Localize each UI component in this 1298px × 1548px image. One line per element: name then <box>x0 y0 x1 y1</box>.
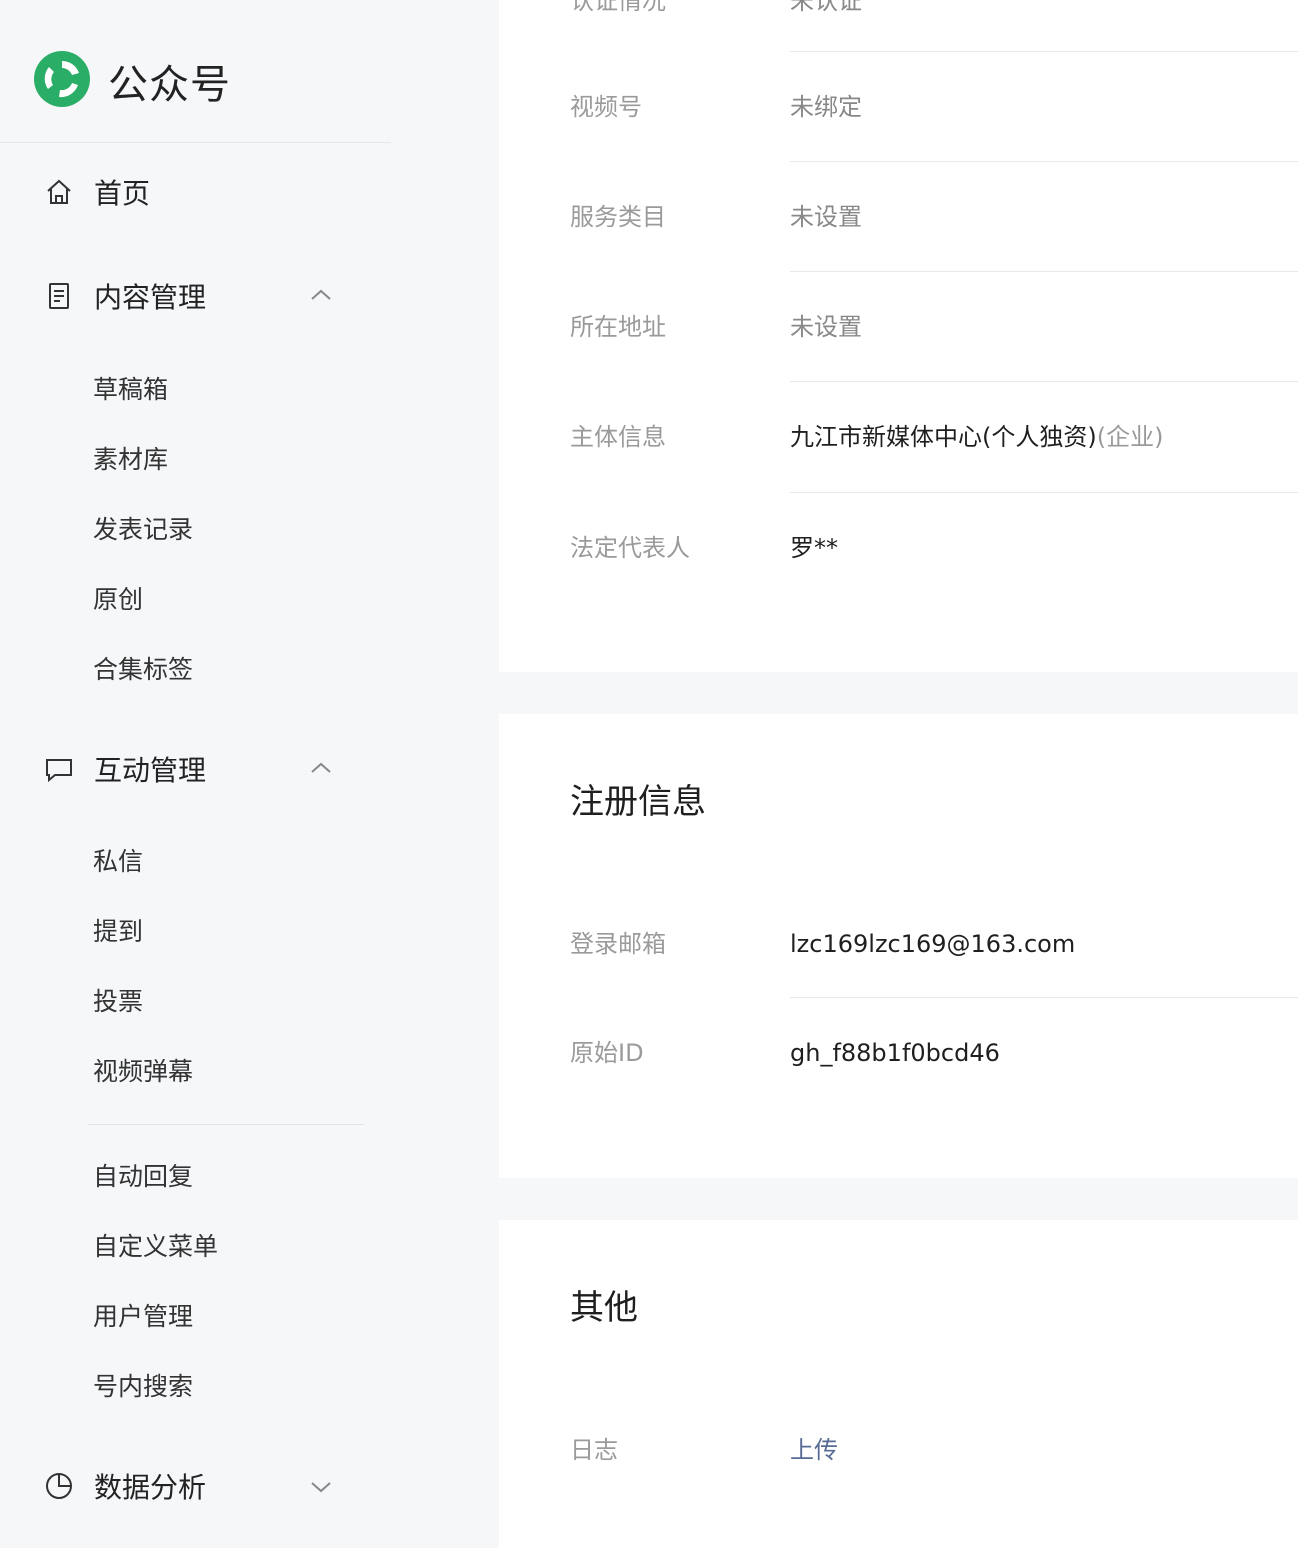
row-value-channels[interactable]: 未绑定 <box>790 91 862 123</box>
nav-interaction[interactable]: 互动管理 <box>42 749 206 789</box>
sidebar-item-original[interactable]: 原创 <box>93 583 143 617</box>
nav-analytics[interactable]: 数据分析 <box>42 1466 206 1506</box>
row-value-entity-info: 九江市新媒体中心(个人独资)(企业) <box>790 421 1163 453</box>
row-label-service-category: 服务类目 <box>570 203 666 231</box>
nav-interaction-label: 互动管理 <box>94 754 207 787</box>
row-label-login-email: 登录邮箱 <box>570 930 666 958</box>
sidebar-item-collection-tags[interactable]: 合集标签 <box>93 653 193 687</box>
sidebar-item-mentions[interactable]: 提到 <box>93 915 143 949</box>
other-card <box>499 1220 1298 1548</box>
nav-analytics-label: 数据分析 <box>94 1471 207 1504</box>
row-value-login-email: lzc169lzc169@163.com <box>790 930 1076 958</box>
row-divider <box>790 997 1298 998</box>
row-label-verification: 认证情况 <box>570 0 666 15</box>
row-value-verification: 未认证 <box>790 0 862 15</box>
sidebar-item-publish-records[interactable]: 发表记录 <box>93 513 193 547</box>
document-icon <box>42 279 76 313</box>
nav-content-label: 内容管理 <box>94 281 207 314</box>
chevron-up-icon[interactable] <box>306 753 336 783</box>
chevron-down-icon[interactable] <box>306 1472 336 1502</box>
row-divider <box>790 161 1298 162</box>
row-value-legal-rep: 罗** <box>790 534 838 562</box>
sidebar-item-drafts[interactable]: 草稿箱 <box>93 373 168 407</box>
nav-home-label: 首页 <box>94 177 151 210</box>
sidebar-item-video-danmaku[interactable]: 视频弹幕 <box>93 1055 193 1089</box>
entity-type: (企业) <box>1096 423 1164 451</box>
message-icon <box>42 752 76 786</box>
row-value-original-id: gh_f88b1f0bcd46 <box>790 1039 1000 1067</box>
sidebar-item-materials[interactable]: 素材库 <box>93 443 168 477</box>
chevron-up-icon[interactable] <box>306 280 336 310</box>
entity-name: 九江市新媒体中心(个人独资) <box>790 423 1097 451</box>
row-value-service-category[interactable]: 未设置 <box>790 201 862 233</box>
other-title: 其他 <box>570 1288 638 1328</box>
row-divider <box>790 492 1298 493</box>
nav-content[interactable]: 内容管理 <box>42 276 206 316</box>
row-value-address[interactable]: 未设置 <box>790 311 862 343</box>
sidebar-item-auto-reply[interactable]: 自动回复 <box>93 1160 193 1194</box>
sidebar-item-custom-menu[interactable]: 自定义菜单 <box>93 1230 218 1264</box>
pie-chart-icon <box>42 1469 76 1503</box>
registration-title: 注册信息 <box>570 782 706 822</box>
wechat-official-logo-icon <box>32 49 92 113</box>
sidebar-divider <box>88 1124 364 1125</box>
row-divider <box>790 271 1298 272</box>
sidebar-item-account-search[interactable]: 号内搜索 <box>93 1370 193 1404</box>
row-label-log: 日志 <box>570 1436 618 1464</box>
home-icon <box>42 175 76 209</box>
brand[interactable]: 公众号 <box>32 50 231 112</box>
sidebar-item-votes[interactable]: 投票 <box>93 985 143 1019</box>
row-label-entity-info: 主体信息 <box>570 423 666 451</box>
row-divider <box>790 381 1298 382</box>
nav-home[interactable]: 首页 <box>42 172 150 212</box>
row-label-legal-rep: 法定代表人 <box>570 534 690 562</box>
sidebar: 公众号 首页 内容管理 草稿箱 素材库 发表记录 原创 合集标签 互动管理 私信… <box>0 0 499 1548</box>
brand-name: 公众号 <box>108 62 231 108</box>
row-label-original-id: 原始ID <box>570 1039 644 1067</box>
upload-log-link[interactable]: 上传 <box>790 1434 838 1466</box>
row-label-address: 所在地址 <box>570 313 666 341</box>
row-label-channels: 视频号 <box>570 93 642 121</box>
row-divider <box>790 51 1298 52</box>
sidebar-item-private-messages[interactable]: 私信 <box>93 845 143 879</box>
brand-divider <box>0 142 391 143</box>
sidebar-item-user-management[interactable]: 用户管理 <box>93 1300 193 1334</box>
